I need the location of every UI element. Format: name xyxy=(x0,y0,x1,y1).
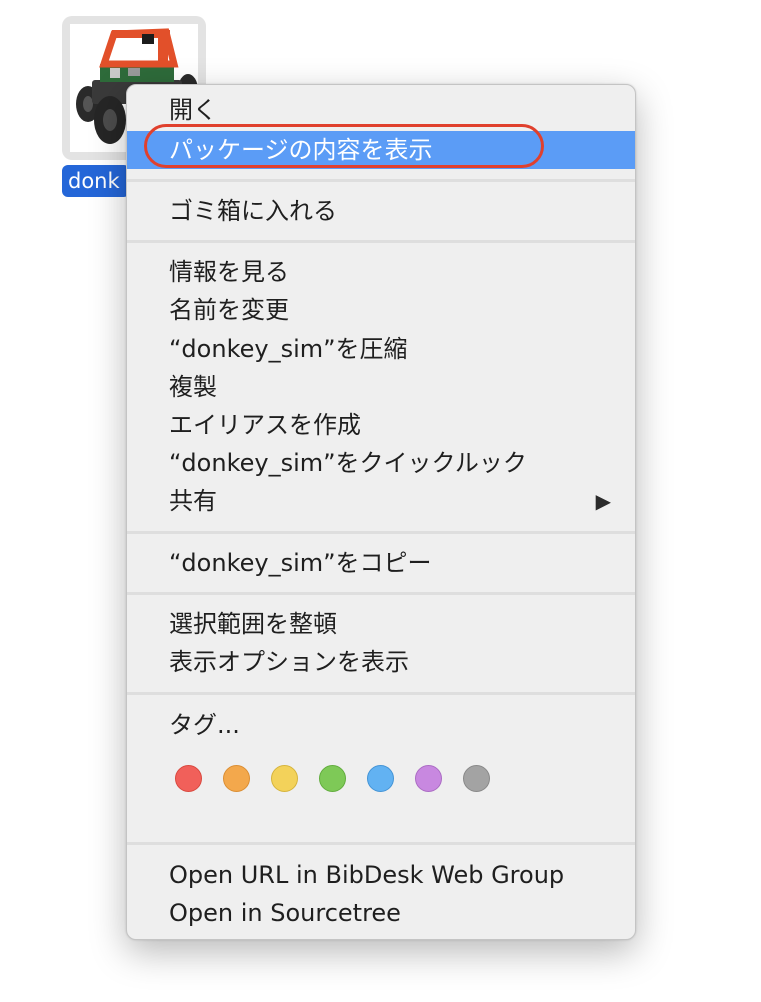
tag-dot-blue[interactable] xyxy=(367,765,394,792)
menu-item-get-info[interactable]: 情報を見る xyxy=(127,253,635,291)
menu-item-show-package-contents[interactable]: パッケージの内容を表示 xyxy=(127,124,635,169)
menu-separator xyxy=(127,692,635,695)
menu-item-tags[interactable]: タグ... xyxy=(127,706,635,744)
menu-separator xyxy=(127,842,635,845)
tag-dot-yellow[interactable] xyxy=(271,765,298,792)
tag-dot-red[interactable] xyxy=(175,765,202,792)
menu-separator xyxy=(127,531,635,534)
menu-item-duplicate[interactable]: 複製 xyxy=(127,368,635,406)
menu-item-copy[interactable]: “donkey_sim”をコピー xyxy=(127,544,635,582)
tag-dot-green[interactable] xyxy=(319,765,346,792)
menu-item-open-in-sourcetree[interactable]: Open in Sourcetree xyxy=(127,894,635,932)
menu-item-compress[interactable]: “donkey_sim”を圧縮 xyxy=(127,330,635,368)
menu-item-clean-up-selection[interactable]: 選択範囲を整頓 xyxy=(127,605,635,643)
submenu-arrow-icon: ▶ xyxy=(595,489,611,513)
menu-separator xyxy=(127,240,635,243)
menu-separator xyxy=(127,179,635,182)
tag-dot-purple[interactable] xyxy=(415,765,442,792)
context-menu: 開く パッケージの内容を表示 ゴミ箱に入れる 情報を見る 名前を変更 “donk… xyxy=(126,84,636,940)
menu-item-make-alias[interactable]: エイリアスを作成 xyxy=(127,406,635,444)
tag-dot-gray[interactable] xyxy=(463,765,490,792)
menu-item-label: 共有 xyxy=(169,487,217,515)
menu-item-quick-look[interactable]: “donkey_sim”をクイックルック xyxy=(127,444,635,482)
file-name-label[interactable]: donk xyxy=(62,165,130,197)
menu-item-rename[interactable]: 名前を変更 xyxy=(127,291,635,329)
menu-separator xyxy=(127,592,635,595)
menu-item-move-to-trash[interactable]: ゴミ箱に入れる xyxy=(127,192,635,230)
annotation-highlight-ring xyxy=(144,124,544,168)
menu-item-open-url-bibdesk[interactable]: Open URL in BibDesk Web Group xyxy=(127,856,635,894)
tag-dot-orange[interactable] xyxy=(223,765,250,792)
menu-item-share[interactable]: 共有 ▶ xyxy=(127,482,635,520)
menu-item-show-view-options[interactable]: 表示オプションを表示 xyxy=(127,643,635,681)
